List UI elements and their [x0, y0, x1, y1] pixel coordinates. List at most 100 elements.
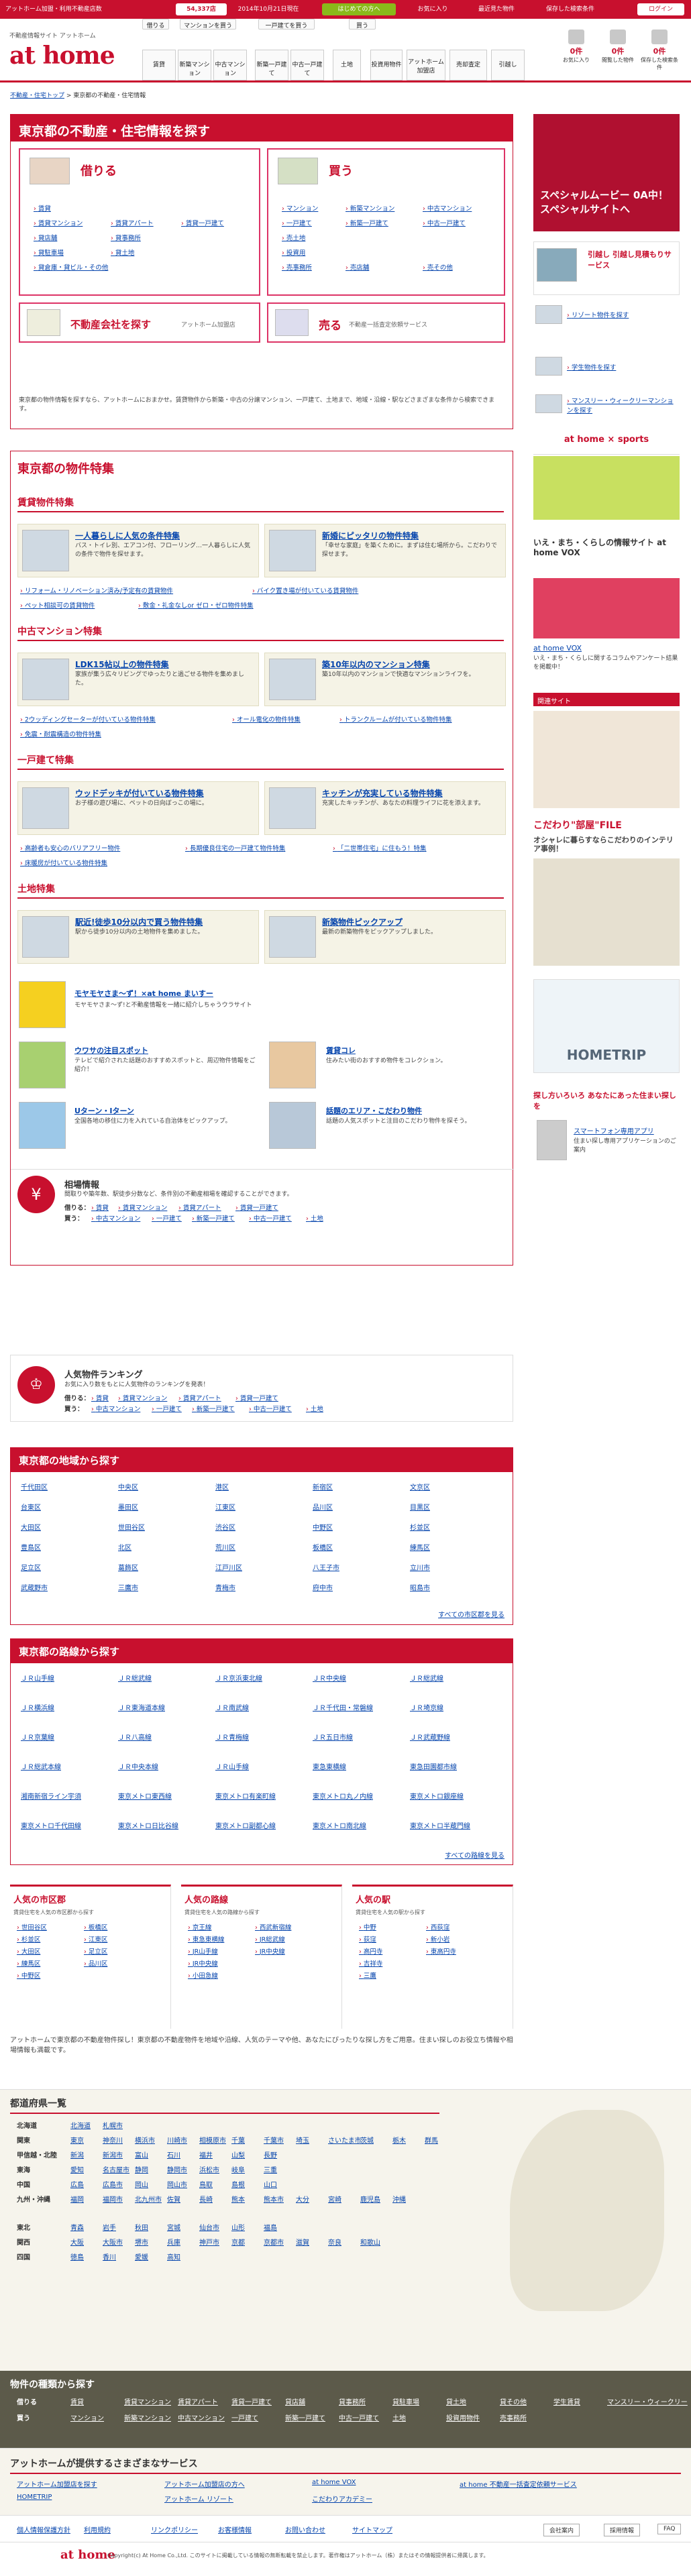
- footer-link[interactable]: 利用規約: [84, 2524, 111, 2534]
- feature-link[interactable]: 高齢者も安心のバリアフリー物件: [20, 843, 121, 852]
- pref-link[interactable]: 長崎: [199, 2194, 213, 2204]
- nav-new-house[interactable]: 新築一戸建て: [255, 50, 288, 80]
- pref-link[interactable]: 沖縄: [392, 2194, 406, 2204]
- price-link[interactable]: 新築一戸建て: [192, 1213, 235, 1223]
- extra-title[interactable]: モヤモヤさま〜ず！×at home まいすー: [74, 988, 213, 999]
- kind-link[interactable]: 賃貸マンション: [124, 2396, 171, 2406]
- area-link[interactable]: 板橋区: [313, 1542, 333, 1552]
- line-link[interactable]: ＪＲ中央本線: [118, 1761, 205, 1771]
- pref-link[interactable]: 静岡市: [167, 2164, 187, 2174]
- popular-link[interactable]: 世田谷区: [17, 1922, 47, 1931]
- service-link[interactable]: アットホーム加盟店の方へ: [164, 2479, 245, 2489]
- pref-link[interactable]: 山口: [264, 2179, 277, 2189]
- feature-card[interactable]: 駅近!徒歩10分以内で買う物件特集 駅から徒歩10分以内の土地物件を集めました。: [17, 910, 259, 964]
- pref-link[interactable]: 京都: [231, 2237, 245, 2247]
- pref-link[interactable]: 岐阜: [231, 2164, 245, 2174]
- extra-title[interactable]: ウワサの注目スポット: [74, 1045, 148, 1056]
- nav-sell-estimate[interactable]: 売却査定: [449, 50, 487, 80]
- student-link[interactable]: 学生物件を探す: [567, 362, 617, 372]
- kind-link[interactable]: マンスリー・ウィークリー: [607, 2396, 688, 2406]
- extra-title[interactable]: 賃貸コレ: [326, 1045, 356, 1056]
- link-new-mansion[interactable]: 新築マンション: [346, 203, 395, 213]
- feature-card[interactable]: ウッドデッキが付いている物件特集 お子様の遊び場に、ペットの日向ぼっこの場に。: [17, 781, 259, 835]
- area-link[interactable]: 練馬区: [410, 1542, 430, 1552]
- line-link[interactable]: 東京メトロ日比谷線: [118, 1820, 205, 1830]
- price-link[interactable]: 一戸建て: [152, 1213, 182, 1223]
- pref-link[interactable]: 三重: [264, 2164, 277, 2174]
- popular-link[interactable]: 中野: [359, 1922, 376, 1931]
- pref-link[interactable]: 新潟市: [103, 2149, 123, 2160]
- footer-link[interactable]: 個人情報保護方針: [17, 2524, 70, 2534]
- sell-card[interactable]: 売る 不動産一括査定依頼サービス: [267, 302, 505, 343]
- kind-link[interactable]: 貸その他: [500, 2396, 527, 2406]
- popular-link[interactable]: 高円寺: [359, 1946, 383, 1956]
- price-link[interactable]: 賃貸一戸建て: [235, 1202, 278, 1212]
- pref-link[interactable]: 兵庫: [167, 2237, 180, 2247]
- pref-link[interactable]: 千葉: [231, 2135, 245, 2145]
- ranking-link[interactable]: 賃貸アパート: [178, 1393, 221, 1402]
- area-link[interactable]: 府中市: [313, 1582, 333, 1592]
- pref-link[interactable]: 堺市: [135, 2237, 148, 2247]
- popular-link[interactable]: 中野区: [17, 1970, 41, 1980]
- line-link[interactable]: ＪＲ山手線: [21, 1673, 108, 1683]
- viewed-counter[interactable]: 0件 閲覧した物件: [597, 25, 639, 63]
- pref-link[interactable]: 埼玉: [296, 2135, 309, 2145]
- ranking-link[interactable]: 土地: [306, 1404, 323, 1413]
- company-button[interactable]: 会社案内: [543, 2524, 580, 2536]
- area-link[interactable]: 荒川区: [215, 1542, 235, 1552]
- feature-link[interactable]: 長期優良住宅の一戸建て物件特集: [185, 843, 286, 852]
- area-link[interactable]: 江戸川区: [215, 1562, 242, 1572]
- link-rent-shop[interactable]: 貸店舗: [34, 233, 58, 242]
- line-link[interactable]: ＪＲ八高線: [118, 1732, 205, 1742]
- service-link[interactable]: at home 不動産一括査定依頼サービス: [460, 2479, 577, 2489]
- service-link[interactable]: こだわりアカデミー: [312, 2494, 372, 2504]
- feature-card[interactable]: 一人暮らしに人気の条件特集 バス・トイレ別、エアコン付、フローリング…一人暮らしに…: [17, 524, 259, 577]
- link-used-mansion[interactable]: 中古マンション: [423, 203, 472, 213]
- pref-link[interactable]: 札幌市: [103, 2120, 123, 2130]
- service-link[interactable]: アットホーム リゾート: [164, 2494, 233, 2504]
- app-link[interactable]: スマートフォン専用アプリ: [574, 1125, 654, 1135]
- link-sale-other[interactable]: 売その他: [423, 262, 453, 272]
- first-time-button[interactable]: はじめての方へ: [322, 3, 396, 15]
- popular-link[interactable]: JR総武線: [255, 1934, 285, 1944]
- price-link[interactable]: 賃貸マンション: [118, 1202, 168, 1212]
- saved-counter[interactable]: 0件 保存した検索条件: [639, 25, 680, 70]
- area-link[interactable]: 昭島市: [410, 1582, 430, 1592]
- area-link[interactable]: 品川区: [313, 1502, 333, 1512]
- popular-link[interactable]: 大田区: [17, 1946, 41, 1956]
- nav-top-mansion[interactable]: マンションを買う: [180, 19, 236, 30]
- pref-link[interactable]: 福井: [199, 2149, 213, 2160]
- kind-link[interactable]: 売事務所: [500, 2412, 527, 2422]
- pref-link[interactable]: 岡山市: [167, 2179, 187, 2189]
- line-link[interactable]: ＪＲ南武線: [215, 1702, 303, 1712]
- service-link[interactable]: HOMETRIP: [17, 2494, 52, 2501]
- line-link[interactable]: 東急田園都市線: [410, 1761, 497, 1771]
- feature-card-title[interactable]: ウッドデッキが付いている物件特集: [75, 787, 204, 799]
- nav-moving[interactable]: 引越し: [491, 50, 525, 80]
- popular-link[interactable]: 新小岩: [426, 1934, 450, 1944]
- price-link[interactable]: 賃貸: [91, 1202, 109, 1212]
- service-link[interactable]: at home VOX: [312, 2479, 356, 2486]
- nav-used-mansion[interactable]: 中古マンション: [213, 50, 247, 80]
- nav-chintai[interactable]: 賃貸: [142, 50, 176, 80]
- link-new-house[interactable]: 新築一戸建て: [346, 218, 388, 227]
- footer-link[interactable]: お問い合わせ: [285, 2524, 325, 2534]
- area-link[interactable]: 足立区: [21, 1562, 41, 1572]
- resort-link[interactable]: リゾート物件を探す: [567, 310, 629, 319]
- feature-link[interactable]: 敷金・礼金なしor ゼロ・ゼロ物件特集: [138, 600, 254, 610]
- popular-link[interactable]: 東高円寺: [426, 1946, 456, 1956]
- pref-link[interactable]: 名古屋市: [103, 2164, 129, 2174]
- recruit-button[interactable]: 採用情報: [604, 2524, 641, 2536]
- pref-link[interactable]: 秋田: [135, 2222, 148, 2232]
- pref-link[interactable]: 和歌山: [360, 2237, 380, 2247]
- popular-link[interactable]: 荻窪: [359, 1934, 376, 1944]
- line-link[interactable]: ＪＲ埼京線: [410, 1702, 497, 1712]
- kind-link[interactable]: 中古マンション: [178, 2412, 225, 2422]
- line-link[interactable]: 東京メトロ南北線: [313, 1820, 400, 1830]
- popular-link[interactable]: 品川区: [84, 1958, 108, 1968]
- area-link[interactable]: 文京区: [410, 1481, 430, 1492]
- related-banner[interactable]: [533, 711, 680, 808]
- pref-link[interactable]: 浜松市: [199, 2164, 219, 2174]
- pref-link[interactable]: 愛知: [70, 2164, 84, 2174]
- pref-link[interactable]: 大阪市: [103, 2237, 123, 2247]
